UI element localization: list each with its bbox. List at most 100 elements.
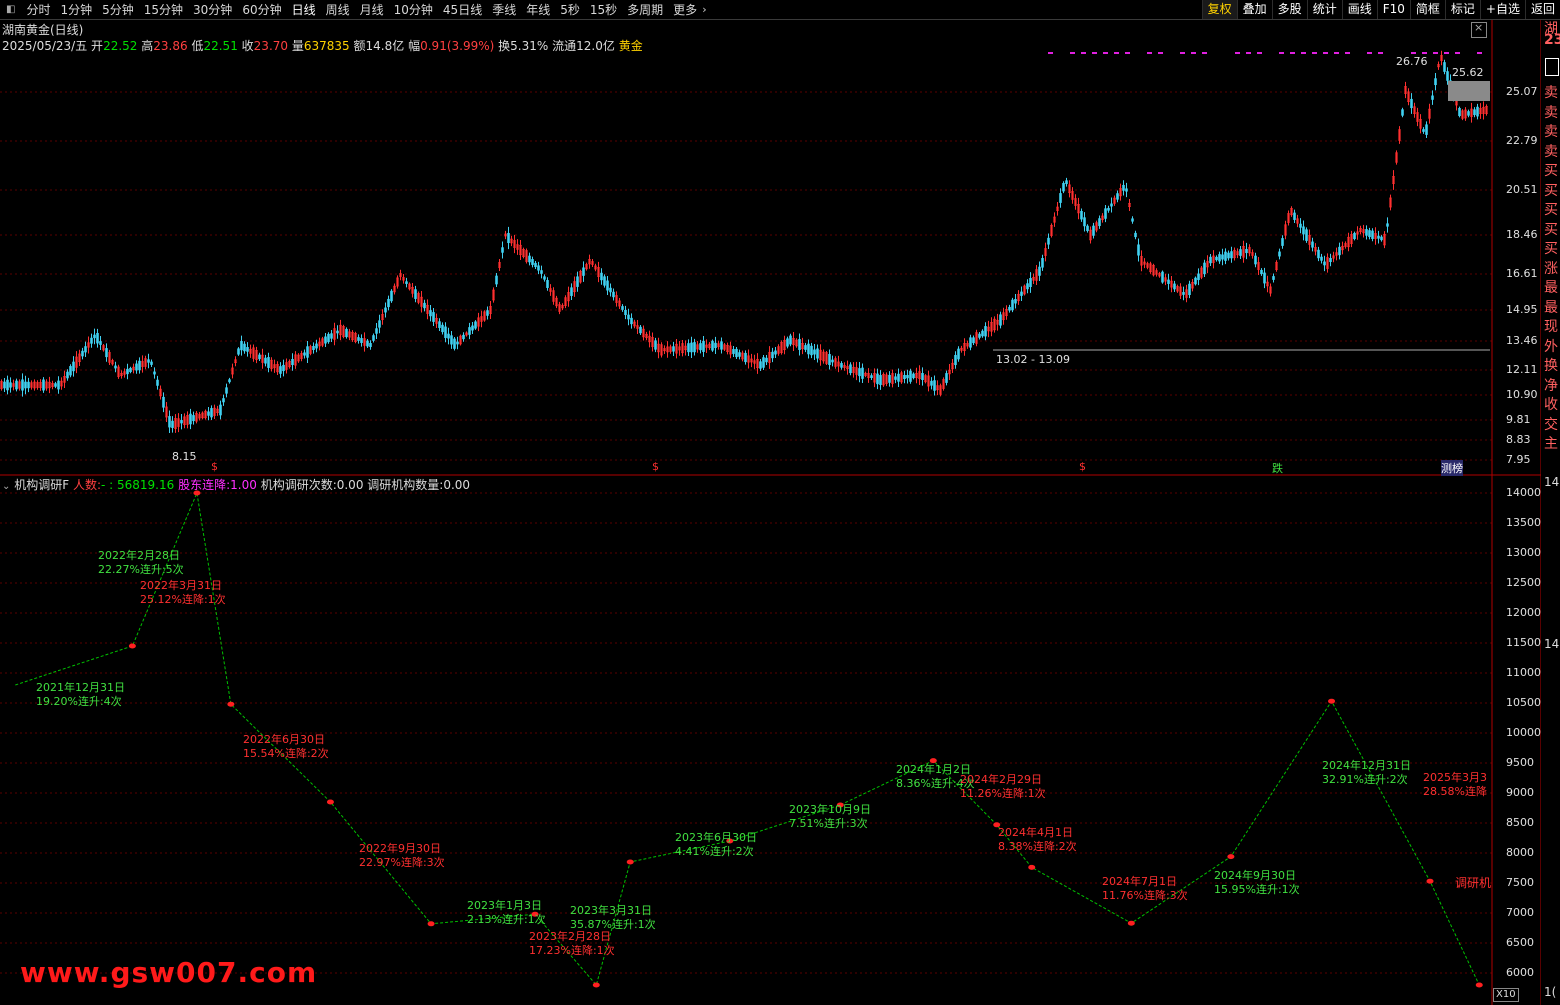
panel-label-13: 外: [1544, 338, 1558, 355]
candle-body: [180, 420, 183, 424]
candle-body: [1299, 223, 1302, 228]
candle-body: [1194, 277, 1197, 285]
toolbar-button-6[interactable]: 简框: [1409, 0, 1445, 19]
candle-body: [1368, 230, 1371, 238]
tab-11[interactable]: 季线: [487, 1, 521, 18]
tab-13[interactable]: 5秒: [555, 1, 585, 18]
event-marker-4[interactable]: 测榜: [1441, 460, 1463, 476]
candle-body: [570, 287, 573, 296]
candle-body: [540, 270, 543, 274]
candlesticks: [0, 50, 1488, 434]
toolbar-button-9[interactable]: 返回: [1524, 0, 1560, 19]
candle-body: [42, 379, 45, 391]
annotation-date: 2023年10月9日: [789, 803, 871, 816]
panel-price: 23: [1544, 32, 1560, 48]
annotation-date: 2021年12月31日: [36, 681, 125, 694]
toolbar-button-5[interactable]: F10: [1376, 0, 1410, 19]
annotation: 2022年2月28日 22.27%连升:5次: [98, 549, 184, 577]
tab-10[interactable]: 45日线: [438, 1, 487, 18]
holder-point[interactable]: [1028, 864, 1036, 870]
price-tick-1: 22.79: [1506, 134, 1538, 147]
holder-point[interactable]: [626, 859, 634, 865]
tab-0[interactable]: 分时: [21, 1, 55, 18]
holder-point[interactable]: [1227, 854, 1235, 860]
candle-body: [909, 370, 912, 382]
candle-body: [447, 333, 450, 339]
inst-label: 调研机构数量:: [367, 478, 444, 492]
toolbar-button-7[interactable]: 标记: [1444, 0, 1480, 19]
tab-15[interactable]: 多周期: [622, 1, 668, 18]
candle-body: [765, 357, 768, 363]
tab-1[interactable]: 1分钟: [55, 1, 97, 18]
candle-body: [462, 334, 465, 340]
candle-body: [774, 350, 777, 355]
tab-5[interactable]: 60分钟: [237, 1, 286, 18]
candle-body: [1029, 278, 1032, 287]
tab-14[interactable]: 15秒: [585, 1, 622, 18]
annotation: 2023年2月28日 17.23%连降:1次: [529, 930, 615, 958]
candle-body: [156, 379, 159, 386]
panel-toggle[interactable]: [1545, 58, 1559, 76]
more-chevron-icon[interactable]: ›: [702, 3, 706, 16]
toolbar-button-8[interactable]: +自选: [1479, 0, 1525, 19]
tab-6[interactable]: 日线: [287, 1, 321, 18]
tab-9[interactable]: 10分钟: [389, 1, 438, 18]
tab-16[interactable]: 更多: [668, 1, 702, 18]
candle-body: [21, 379, 24, 391]
holder-point[interactable]: [227, 701, 235, 707]
candle-body: [609, 287, 612, 293]
dash-mark: [1312, 52, 1317, 54]
candle-body: [1059, 193, 1062, 203]
event-marker-2[interactable]: $: [1079, 460, 1086, 473]
holder-point[interactable]: [592, 982, 600, 988]
tab-7[interactable]: 周线: [321, 1, 355, 18]
candle-body: [330, 333, 333, 339]
indicator-name[interactable]: 机构调研F: [14, 478, 69, 492]
candle-body: [630, 317, 633, 325]
holder-point[interactable]: [1426, 878, 1434, 884]
candle-body: [879, 375, 882, 385]
holder-point[interactable]: [1127, 920, 1135, 926]
tab-3[interactable]: 15分钟: [139, 1, 188, 18]
candle-body: [474, 321, 477, 329]
event-marker-0[interactable]: $: [211, 460, 218, 473]
toolbar-button-0[interactable]: 复权: [1201, 0, 1237, 19]
chevron-down-icon[interactable]: ⌄: [2, 481, 10, 492]
price-tick-10: 8.83: [1506, 433, 1531, 446]
holder-tick-12: 8000: [1506, 846, 1534, 859]
dash-mark: [1114, 52, 1119, 54]
kline-chart[interactable]: [0, 20, 1541, 1005]
toolbar-button-2[interactable]: 多股: [1271, 0, 1307, 19]
candle-body: [105, 348, 108, 358]
dash-mark: [1202, 52, 1207, 54]
event-marker-1[interactable]: $: [652, 460, 659, 473]
candle-body: [894, 376, 897, 380]
candle-body: [612, 291, 615, 298]
tab-8[interactable]: 月线: [355, 1, 389, 18]
holder-point[interactable]: [1328, 698, 1336, 704]
candle-body: [1476, 106, 1479, 117]
candle-body: [291, 358, 294, 365]
holder-point[interactable]: [326, 799, 334, 805]
toolbar-button-4[interactable]: 画线: [1341, 0, 1377, 19]
holder-point[interactable]: [427, 921, 435, 927]
price-box: [1448, 81, 1490, 101]
annotation-detail: 25.12%连降:1次: [140, 593, 226, 606]
collapse-icon[interactable]: ◧: [0, 4, 21, 15]
candle-body: [912, 373, 915, 379]
holder-tick-7: 10500: [1506, 696, 1541, 709]
event-marker-3[interactable]: 跌: [1272, 460, 1283, 476]
holder-point[interactable]: [128, 643, 136, 649]
candle-body: [1131, 218, 1134, 222]
tab-2[interactable]: 5分钟: [97, 1, 139, 18]
candle-body: [1365, 229, 1368, 236]
candle-body: [999, 314, 1002, 326]
toolbar-button-3[interactable]: 统计: [1306, 0, 1342, 19]
scale-badge[interactable]: X10: [1493, 988, 1519, 1002]
tab-4[interactable]: 30分钟: [188, 1, 237, 18]
tab-12[interactable]: 年线: [521, 1, 555, 18]
candle-body: [246, 347, 249, 352]
toolbar-button-1[interactable]: 叠加: [1236, 0, 1272, 19]
panel-label-1: 卖: [1544, 104, 1558, 121]
holder-point[interactable]: [1475, 982, 1483, 988]
